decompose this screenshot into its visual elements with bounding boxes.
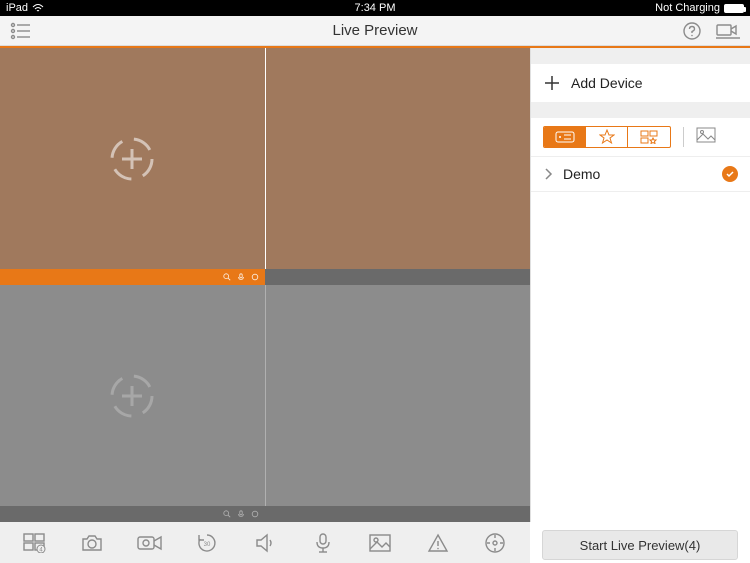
nav-bar: Live Preview [0, 16, 750, 46]
side-gap [531, 48, 750, 64]
speaker-button[interactable] [245, 523, 285, 563]
battery-icon [724, 4, 744, 13]
seg-star-icon[interactable] [586, 127, 628, 147]
image-filter-icon[interactable] [696, 127, 716, 148]
snapshot-button[interactable] [72, 523, 112, 563]
playback-button[interactable]: 30 [187, 523, 227, 563]
image-quality-button[interactable] [360, 523, 400, 563]
status-time: 7:34 PM [355, 2, 396, 14]
wifi-icon [32, 4, 44, 12]
record-button[interactable] [130, 523, 170, 563]
video-grid [0, 48, 530, 522]
alarm-button[interactable] [418, 523, 458, 563]
mic-mini-icon [237, 510, 245, 518]
status-bar: iPad 7:34 PM Not Charging [0, 0, 750, 16]
mic-mini-icon [237, 273, 245, 281]
menu-list-icon[interactable] [10, 22, 32, 40]
plus-icon [543, 74, 561, 92]
chevron-right-icon [543, 167, 553, 181]
cell-strip-3 [0, 506, 265, 522]
status-charge: Not Charging [655, 2, 720, 14]
side-fill [531, 192, 750, 522]
ptz-button[interactable] [475, 523, 515, 563]
segmented-control [543, 126, 671, 148]
rec-mini-icon [251, 510, 259, 518]
filter-row [531, 118, 750, 156]
side-gap [531, 102, 750, 118]
rec-mini-icon [251, 273, 259, 281]
filter-divider [683, 127, 684, 147]
seg-grid-star-icon[interactable] [628, 127, 670, 147]
video-cell-4[interactable] [266, 285, 531, 506]
mic-button[interactable] [303, 523, 343, 563]
svg-text:30: 30 [204, 542, 211, 548]
start-live-preview-button[interactable]: Start Live Preview(4) [542, 530, 738, 560]
add-device-label: Add Device [571, 75, 643, 91]
device-label: Demo [563, 166, 712, 182]
device-row[interactable]: Demo [531, 156, 750, 192]
cell-strip-1 [0, 269, 265, 285]
side-panel: Add Device Demo [530, 48, 750, 522]
cell-strip-4 [265, 506, 530, 522]
video-cell-3[interactable] [0, 285, 265, 506]
video-cell-2[interactable] [266, 48, 531, 269]
add-channel-icon[interactable] [109, 373, 155, 419]
start-btn-label: Start Live Preview(4) [580, 538, 701, 553]
seg-device-icon[interactable] [544, 127, 586, 147]
cell-strip-2 [265, 269, 530, 285]
help-icon[interactable] [682, 21, 702, 41]
add-device-row[interactable]: Add Device [531, 64, 750, 102]
video-cell-1[interactable] [0, 48, 265, 269]
bottom-toolbar: 4 30 [0, 522, 530, 563]
add-channel-icon[interactable] [109, 136, 155, 182]
status-device: iPad [6, 2, 28, 14]
layout-button[interactable]: 4 [15, 523, 55, 563]
search-mini-icon [223, 273, 231, 281]
page-title: Live Preview [332, 22, 417, 39]
check-badge-icon [722, 166, 738, 182]
camera-panel-icon[interactable] [716, 22, 740, 40]
search-mini-icon [223, 510, 231, 518]
